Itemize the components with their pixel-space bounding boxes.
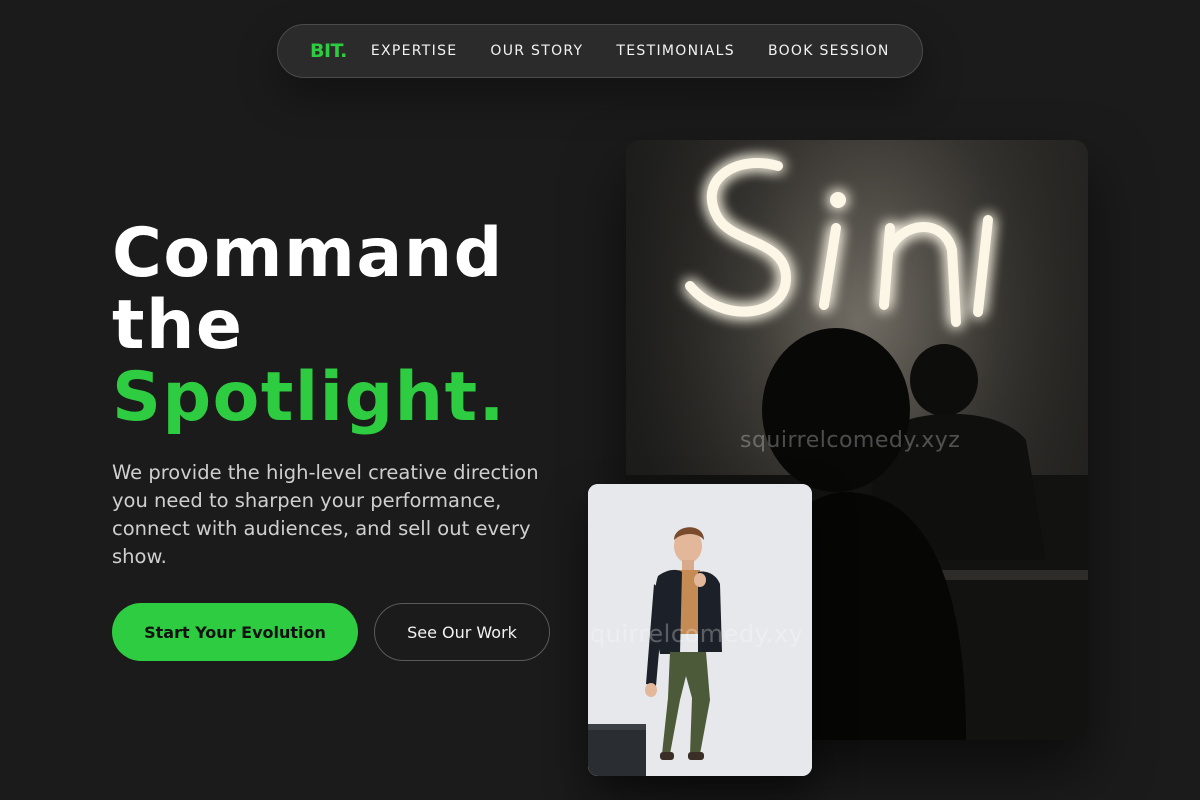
hero-subtitle: We provide the high-level creative direc… (112, 461, 539, 568)
nav-link-expertise[interactable]: EXPERTISE (371, 43, 458, 59)
nav-link-our-story[interactable]: OUR STORY (490, 43, 583, 59)
main-image-watermark: squirrelcomedy.xyz (740, 428, 961, 453)
nav-link-book-session[interactable]: BOOK SESSION (768, 43, 890, 59)
start-evolution-button[interactable]: Start Your Evolution (112, 603, 358, 661)
small-image-watermark: quirrelcomedy.xy (590, 620, 804, 648)
hero-headline: Command the Spotlight. (112, 218, 506, 434)
brand-logo[interactable]: BIT. (310, 40, 347, 62)
top-nav: BIT. EXPERTISE OUR STORY TESTIMONIALS BO… (277, 24, 923, 78)
see-our-work-button[interactable]: See Our Work (374, 603, 550, 661)
nav-link-testimonials[interactable]: TESTIMONIALS (616, 43, 735, 59)
headline-line-2: the (112, 286, 244, 365)
headline-line-1: Command (112, 214, 504, 293)
headline-accent: Spotlight. (112, 358, 506, 437)
